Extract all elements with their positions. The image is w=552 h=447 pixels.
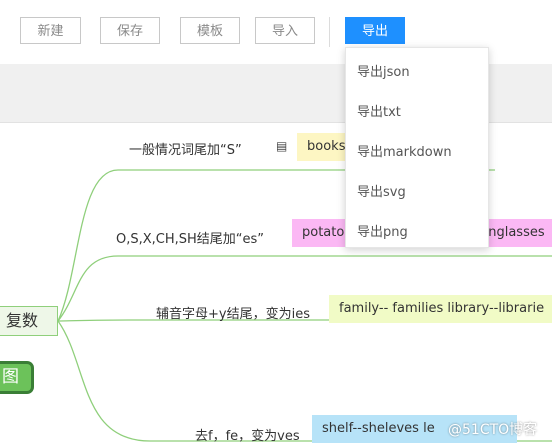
branch-3-tag[interactable]: family-- families library--librarie: [329, 295, 552, 323]
branch-1-label[interactable]: 一般情况词尾加“S”: [129, 139, 242, 158]
export-button[interactable]: 导出: [345, 17, 405, 44]
import-button[interactable]: 导入: [255, 17, 315, 44]
export-svg-item[interactable]: 导出svg: [357, 181, 406, 200]
export-json-item[interactable]: 导出json: [357, 61, 410, 80]
new-button[interactable]: 新建: [20, 17, 81, 44]
note-icon[interactable]: ▤: [276, 139, 287, 153]
branch-4-label[interactable]: 去f，fe，变为ves: [195, 425, 300, 444]
root-node[interactable]: 复数: [0, 306, 58, 336]
template-button[interactable]: 模板: [180, 17, 240, 44]
toolbar-divider: [329, 17, 330, 47]
watermark: @51CTO博客: [448, 422, 538, 438]
branch-2-tag[interactable]: potato: [292, 219, 352, 247]
branch-2-label[interactable]: O,S,X,CH,SH结尾加“es”: [116, 228, 264, 247]
child-node[interactable]: 图: [0, 361, 34, 394]
export-dropdown: 导出json 导出txt 导出markdown 导出svg 导出png: [345, 47, 489, 248]
export-png-item[interactable]: 导出png: [357, 221, 408, 240]
export-txt-item[interactable]: 导出txt: [357, 101, 401, 120]
save-button[interactable]: 保存: [100, 17, 160, 44]
export-markdown-item[interactable]: 导出markdown: [357, 141, 452, 160]
branch-3-label[interactable]: 辅音字母+y结尾，变为ies: [156, 303, 310, 322]
